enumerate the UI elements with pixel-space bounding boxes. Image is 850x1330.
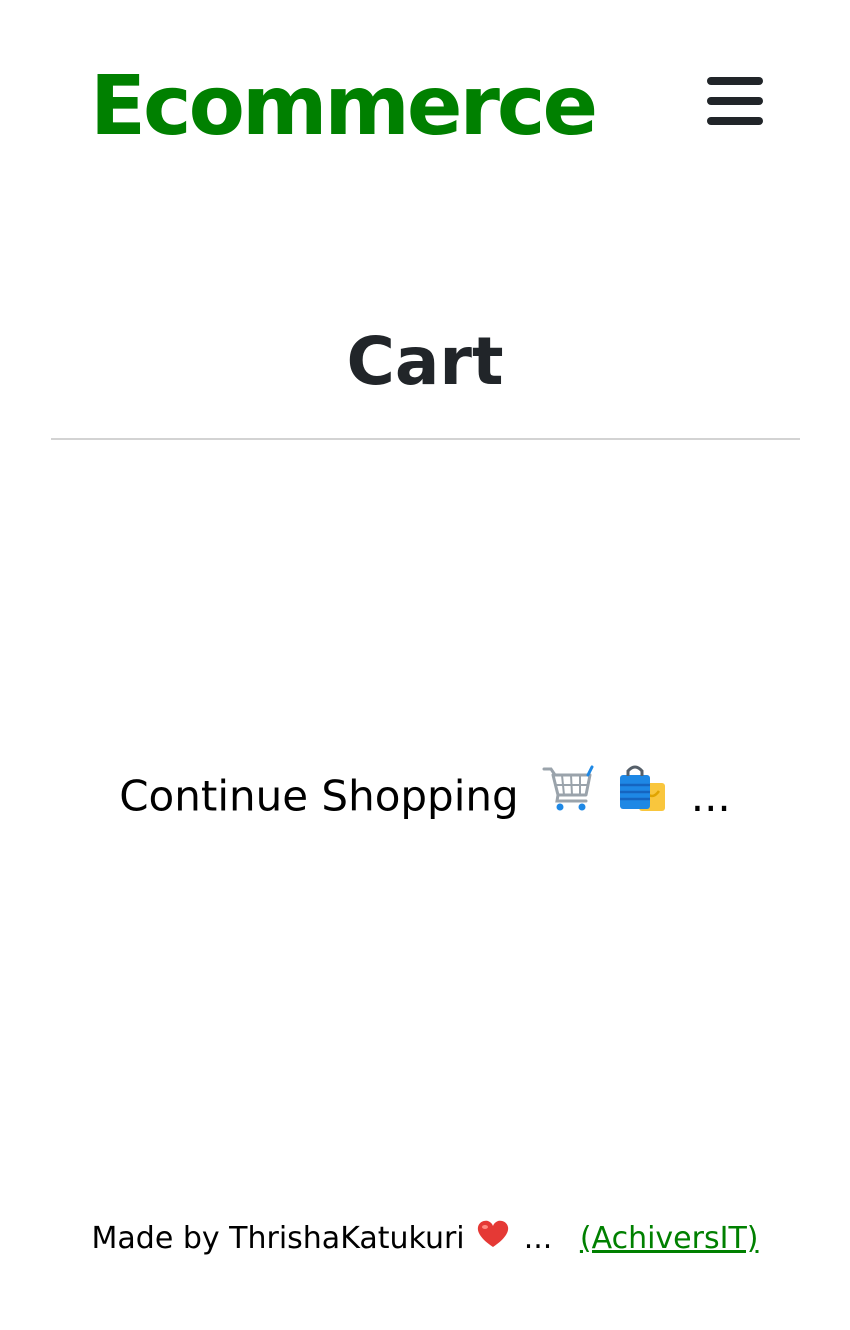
- cart-page: Ecommerce Cart Continue Shopping ... Mad…: [0, 0, 850, 1330]
- continue-shopping-message: Continue Shopping ...: [0, 762, 850, 831]
- achiversit-link[interactable]: (AchiversIT): [580, 1221, 759, 1256]
- brand-logo-link[interactable]: Ecommerce: [90, 52, 598, 162]
- shopping-bags-icon: [617, 763, 671, 831]
- continue-shopping-label: Continue Shopping: [119, 771, 519, 821]
- footer-ellipsis: ...: [523, 1221, 553, 1256]
- menu-toggle-button[interactable]: [700, 68, 770, 134]
- footer-credit-text: Made by ThrishaKatukuri: [91, 1221, 465, 1256]
- navbar: Ecommerce: [0, 0, 850, 200]
- shopping-cart-icon: [542, 763, 594, 831]
- continue-shopping-ellipsis: ...: [690, 771, 731, 821]
- page-title: Cart: [346, 323, 504, 400]
- title-divider: [51, 438, 800, 440]
- footer: Made by ThrishaKatukuri ... (AchiversIT): [0, 1216, 850, 1263]
- red-heart-icon: [476, 1217, 510, 1263]
